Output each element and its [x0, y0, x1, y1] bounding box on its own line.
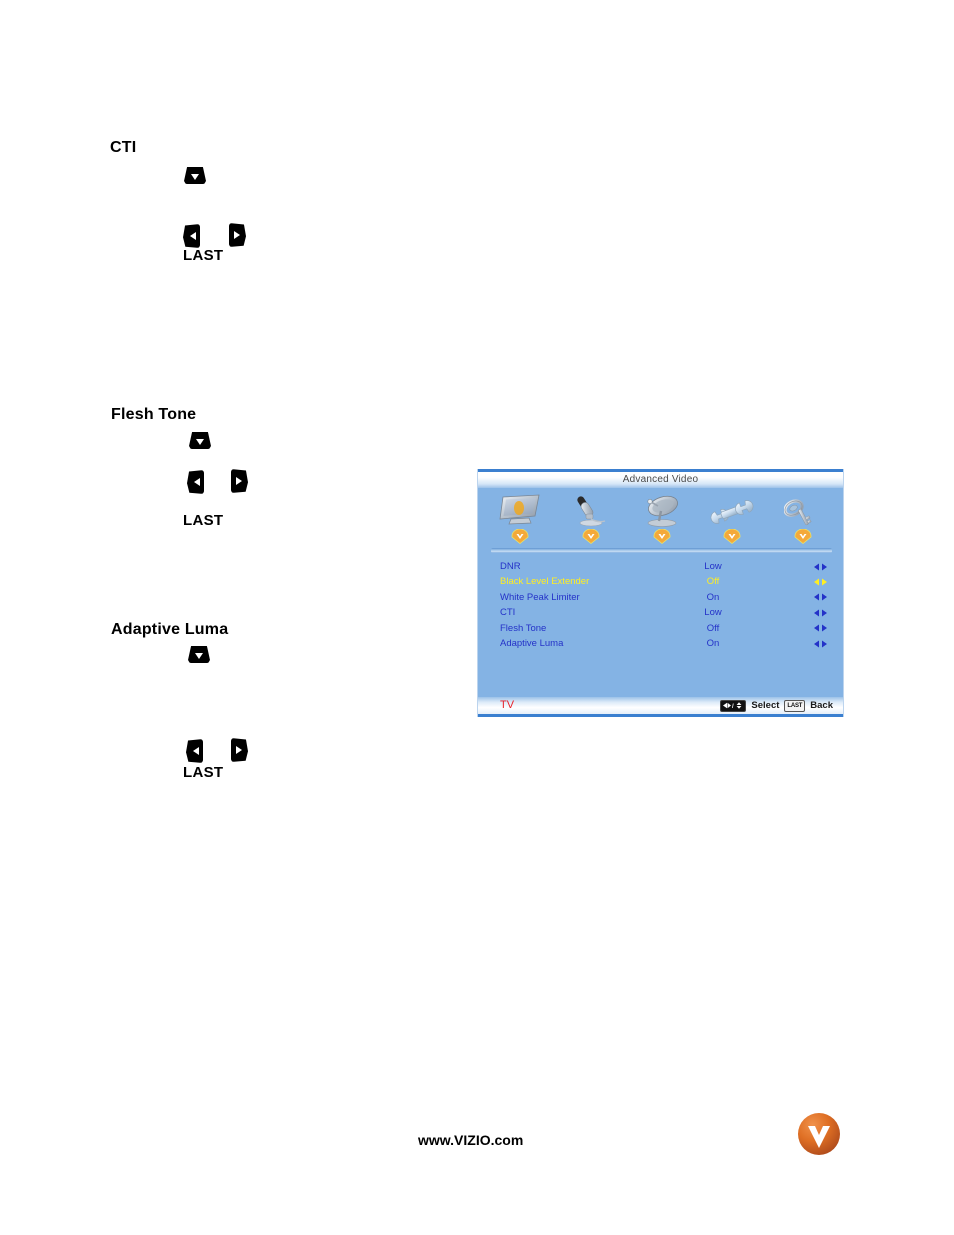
osd-select-hint-label: Select	[751, 700, 780, 711]
osd-row-label: White Peak Limiter	[500, 591, 580, 603]
tv-screen-icon	[497, 493, 543, 527]
satellite-dish-icon	[639, 493, 685, 527]
chevron-left-icon	[192, 747, 199, 755]
osd-row-label: Black Level Extender	[500, 576, 590, 588]
osd-row-flesh-tone[interactable]: Flesh Tone Off	[478, 621, 843, 636]
osd-settings-list: DNR Low Black Level Extender Off White P…	[478, 559, 843, 651]
vizio-tab-badge-icon	[581, 528, 601, 545]
chevron-right-icon	[233, 231, 240, 239]
vizio-tab-badge-icon	[793, 528, 813, 545]
osd-tab-audio[interactable]	[561, 493, 621, 545]
remote-key-right-adaptive-luma[interactable]	[231, 738, 248, 762]
left-right-adjust-icon[interactable]	[814, 578, 827, 586]
osd-title: Advanced Video	[622, 474, 699, 485]
vizio-logo	[797, 1112, 841, 1156]
section-flesh-tone: Flesh Tone	[111, 406, 196, 424]
vizio-tab-badge-icon	[510, 528, 530, 545]
remote-key-down-flesh-tone[interactable]	[189, 432, 211, 449]
remote-key-down-adaptive-luma[interactable]	[188, 646, 210, 663]
left-right-adjust-icon[interactable]	[814, 563, 827, 571]
osd-row-value: On	[706, 637, 720, 649]
chevron-right-icon	[235, 477, 242, 485]
osd-source-label: TV	[500, 699, 515, 711]
remote-key-down-cti[interactable]	[184, 167, 206, 184]
last-key-label-adaptive-luma: LAST	[183, 764, 224, 781]
vizio-tab-badge-icon	[722, 528, 742, 545]
osd-icon-tab-row	[490, 493, 833, 545]
osd-tab-tuner[interactable]	[632, 493, 692, 545]
remote-key-right-cti[interactable]	[229, 223, 246, 247]
last-key-label-flesh-tone: LAST	[183, 512, 224, 529]
remote-key-right-flesh-tone[interactable]	[231, 469, 248, 493]
osd-row-value: Low	[704, 561, 722, 572]
osd-row-label: CTI	[500, 607, 516, 619]
osd-bottom-border	[478, 714, 843, 717]
chevron-left-icon	[193, 478, 200, 486]
osd-row-black-level-extender[interactable]: Black Level Extender Off	[478, 574, 843, 589]
osd-row-value: Off	[706, 576, 720, 588]
navigate-keycap-icon: /	[720, 699, 747, 712]
osd-row-value: On	[706, 591, 720, 603]
section-heading: Adaptive Luma	[111, 621, 229, 638]
remote-key-left-cti[interactable]	[183, 224, 200, 248]
osd-tab-picture[interactable]	[490, 493, 550, 545]
osd-advanced-video-panel: Advanced Video DNR Low Black Level Exten…	[477, 469, 844, 717]
osd-row-white-peak-limiter[interactable]: White Peak Limiter On	[478, 590, 843, 605]
wrench-icon	[710, 493, 754, 527]
osd-row-value: Off	[706, 622, 720, 634]
osd-tab-setup[interactable]	[702, 493, 762, 545]
osd-row-label: DNR	[500, 561, 521, 572]
section-heading: Flesh Tone	[111, 406, 197, 423]
left-right-adjust-icon[interactable]	[814, 624, 827, 632]
svg-text:/: /	[732, 704, 734, 709]
section-heading: CTI	[110, 139, 137, 156]
osd-row-label: Adaptive Luma	[500, 637, 564, 649]
remote-key-left-adaptive-luma[interactable]	[186, 739, 203, 763]
osd-row-adaptive-luma[interactable]: Adaptive Luma On	[478, 636, 843, 651]
left-right-adjust-icon[interactable]	[814, 593, 827, 601]
last-keycap-icon: LAST	[784, 699, 806, 712]
section-cti: CTI	[110, 139, 136, 157]
chevron-down-icon	[191, 173, 199, 180]
osd-separator	[491, 548, 832, 553]
section-adaptive-luma: Adaptive Luma	[111, 621, 228, 639]
footer-website-url: www.VIZIO.com	[418, 1132, 524, 1148]
key-icon	[784, 493, 822, 527]
left-right-adjust-icon[interactable]	[814, 609, 827, 617]
last-key-label-cti: LAST	[183, 247, 224, 264]
osd-tab-parental[interactable]	[773, 493, 833, 545]
osd-hint-bar: / Select LAST Back	[720, 697, 833, 714]
remote-key-left-flesh-tone[interactable]	[187, 470, 204, 494]
osd-row-label: Flesh Tone	[500, 622, 547, 634]
chevron-down-icon	[195, 652, 203, 659]
left-right-adjust-icon[interactable]	[814, 640, 827, 648]
osd-row-cti[interactable]: CTI Low	[478, 605, 843, 620]
vizio-tab-badge-icon	[652, 528, 672, 545]
chevron-down-icon	[196, 438, 204, 445]
osd-row-dnr[interactable]: DNR Low	[478, 559, 843, 574]
osd-row-value: Low	[704, 607, 722, 619]
microphone-icon	[571, 493, 611, 527]
chevron-right-icon	[235, 746, 242, 754]
osd-back-hint-label: Back	[810, 700, 833, 711]
chevron-left-icon	[189, 232, 196, 240]
